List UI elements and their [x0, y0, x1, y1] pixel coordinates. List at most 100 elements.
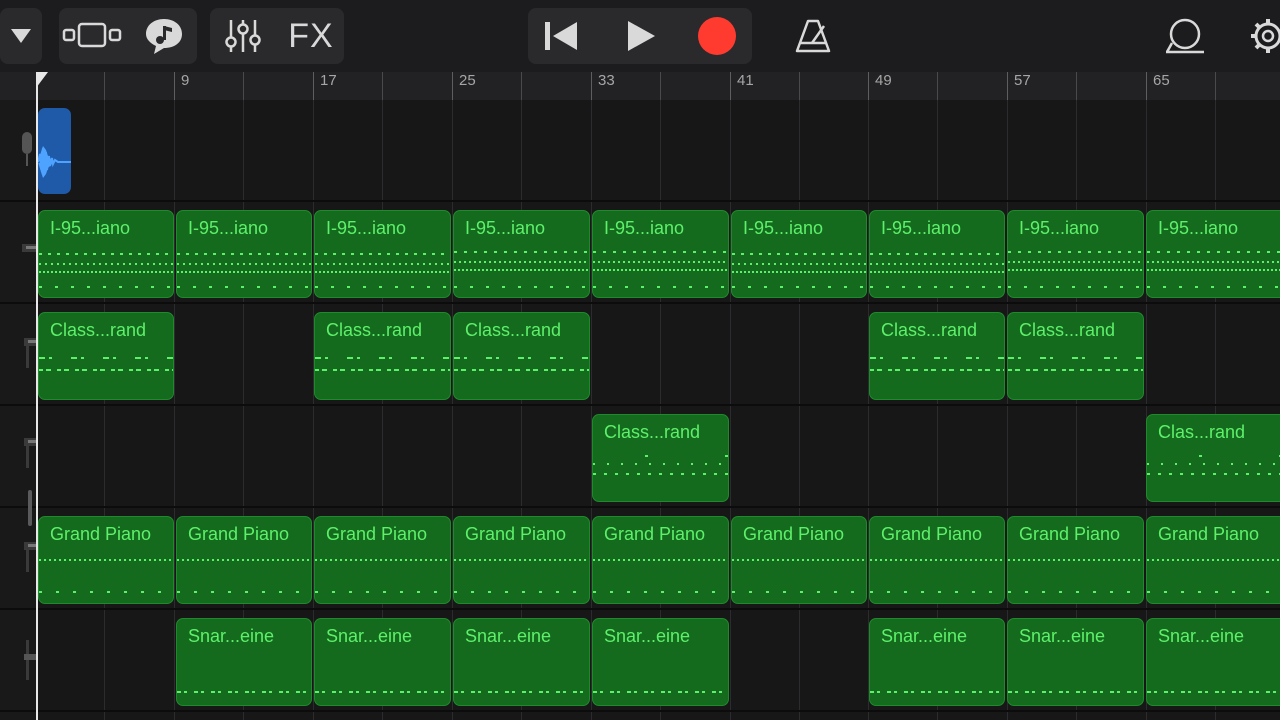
- midi-region[interactable]: I-95...iano: [1146, 210, 1280, 298]
- midi-notes: [454, 691, 589, 693]
- dropdown-triangle-icon: [11, 29, 31, 43]
- metronome-button[interactable]: [780, 8, 846, 64]
- midi-notes: [732, 263, 866, 265]
- track-header[interactable]: [0, 304, 36, 406]
- settings-button[interactable]: [1240, 8, 1280, 64]
- region-label: Grand Piano: [881, 524, 983, 544]
- mixer-fx-group: FX: [210, 8, 344, 64]
- region-label: Grand Piano: [188, 524, 290, 544]
- midi-notes: [1147, 591, 1280, 593]
- region-label: Class...rand: [604, 422, 701, 442]
- midi-region[interactable]: I-95...iano: [869, 210, 1005, 298]
- midi-region[interactable]: Grand Piano: [869, 516, 1005, 604]
- timeline-ruler[interactable]: 9 17 25 33 41 49 57 65: [0, 72, 1280, 100]
- midi-region[interactable]: Class...rand: [38, 312, 174, 400]
- midi-region[interactable]: Grand Piano: [592, 516, 729, 604]
- midi-notes: [1147, 261, 1280, 263]
- midi-region[interactable]: Class...rand: [314, 312, 451, 400]
- midi-region[interactable]: I-95...iano: [453, 210, 590, 298]
- track-separator: [36, 506, 1280, 508]
- region-label: I-95...iano: [743, 218, 824, 238]
- midi-notes: [593, 269, 728, 271]
- midi-notes: [870, 271, 1004, 273]
- midi-region[interactable]: Snar...eine: [1007, 618, 1144, 706]
- mixer-button[interactable]: [210, 8, 276, 64]
- midi-region[interactable]: Class...rand: [1007, 312, 1144, 400]
- master-track-button[interactable]: [1152, 8, 1218, 64]
- settings-gear-icon: [1251, 19, 1280, 53]
- midi-notes: [593, 591, 728, 593]
- fx-button[interactable]: FX: [278, 8, 344, 64]
- track-separator: [36, 302, 1280, 304]
- midi-notes: [454, 286, 589, 288]
- record-button[interactable]: [684, 8, 750, 64]
- region-label: I-95...iano: [188, 218, 269, 238]
- midi-notes: [39, 253, 173, 255]
- region-label: Grand Piano: [1158, 524, 1260, 544]
- midi-region[interactable]: Snar...eine: [176, 618, 312, 706]
- midi-notes: [177, 559, 311, 561]
- midi-region[interactable]: I-95...iano: [731, 210, 867, 298]
- playhead[interactable]: [36, 72, 38, 720]
- midi-region[interactable]: I-95...iano: [1007, 210, 1144, 298]
- midi-region[interactable]: I-95...iano: [592, 210, 729, 298]
- midi-region[interactable]: Snar...eine: [592, 618, 729, 706]
- midi-notes: [1147, 559, 1280, 561]
- ruler-bar-number: 57: [1014, 72, 1031, 89]
- region-label: Class...rand: [1019, 320, 1116, 340]
- midi-region[interactable]: Class...rand: [453, 312, 590, 400]
- midi-region[interactable]: Class...rand: [592, 414, 729, 502]
- midi-region[interactable]: Grand Piano: [1007, 516, 1144, 604]
- midi-region[interactable]: Grand Piano: [1146, 516, 1280, 604]
- midi-notes: [454, 369, 589, 371]
- midi-region[interactable]: Grand Piano: [314, 516, 451, 604]
- region-label: I-95...iano: [1158, 218, 1239, 238]
- tracks-area[interactable]: I-95...iano I-95...iano I-95...iano I-95…: [36, 100, 1280, 720]
- midi-region[interactable]: Snar...eine: [314, 618, 451, 706]
- midi-notes: [39, 369, 173, 371]
- control-bar: FX: [0, 0, 1280, 72]
- play-button[interactable]: [608, 8, 674, 64]
- playhead-handle[interactable]: [36, 72, 48, 88]
- midi-region[interactable]: Grand Piano: [731, 516, 867, 604]
- midi-region[interactable]: I-95...iano: [38, 210, 174, 298]
- track-header[interactable]: [0, 100, 36, 202]
- midi-notes: [870, 691, 1004, 693]
- midi-notes: [1008, 691, 1143, 693]
- ruler-tick: [104, 72, 105, 100]
- track-header[interactable]: [0, 610, 36, 712]
- midi-notes: [1147, 463, 1280, 465]
- midi-notes: [315, 369, 450, 371]
- ruler-tick: [937, 72, 938, 100]
- browser-view-button[interactable]: [59, 8, 125, 64]
- midi-notes: [177, 591, 311, 593]
- midi-notes: [454, 559, 589, 561]
- midi-region[interactable]: Class...rand: [869, 312, 1005, 400]
- midi-notes: [315, 691, 450, 693]
- midi-region[interactable]: Grand Piano: [453, 516, 590, 604]
- midi-region[interactable]: Snar...eine: [869, 618, 1005, 706]
- midi-region[interactable]: I-95...iano: [314, 210, 451, 298]
- audio-region[interactable]: [37, 108, 71, 194]
- midi-region[interactable]: I-95...iano: [176, 210, 312, 298]
- keyboard-instrument-icon: [24, 438, 36, 468]
- midi-notes: [1008, 559, 1143, 561]
- midi-notes: [454, 357, 589, 359]
- midi-region[interactable]: Grand Piano: [38, 516, 174, 604]
- midi-region[interactable]: Grand Piano: [176, 516, 312, 604]
- loop-browser-button[interactable]: [131, 8, 197, 64]
- midi-region[interactable]: Snar...eine: [1146, 618, 1280, 706]
- track-header[interactable]: [0, 202, 36, 304]
- midi-notes: [1147, 251, 1280, 253]
- go-to-start-icon: [545, 22, 577, 50]
- midi-notes: [732, 253, 866, 255]
- grid-line: [104, 100, 105, 720]
- midi-notes: [1008, 269, 1143, 271]
- midi-region[interactable]: Snar...eine: [453, 618, 590, 706]
- go-to-start-button[interactable]: [528, 8, 594, 64]
- ruler-tick: [660, 72, 661, 100]
- track-list-scrollbar[interactable]: [28, 490, 32, 526]
- track-menu-button[interactable]: [0, 8, 42, 64]
- midi-region[interactable]: Clas...rand: [1146, 414, 1280, 502]
- midi-notes: [1147, 286, 1280, 288]
